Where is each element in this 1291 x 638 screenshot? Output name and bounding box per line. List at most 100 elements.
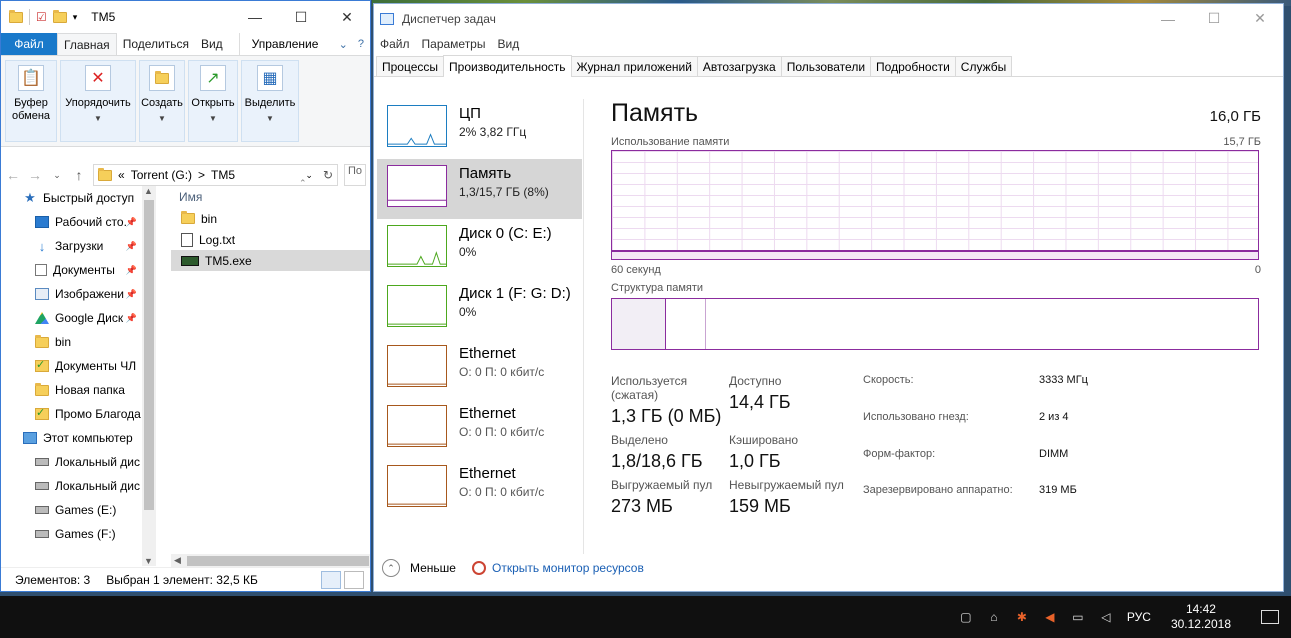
- nav-item[interactable]: Документы 📌: [1, 258, 157, 282]
- help-icon[interactable]: ?: [358, 38, 364, 50]
- nav-item[interactable]: Документы ЧЛ: [1, 354, 157, 378]
- menu-item[interactable]: Файл: [380, 37, 410, 51]
- stat-value: 1,3 ГБ (0 МБ): [611, 406, 722, 426]
- details-view-button[interactable]: [321, 570, 341, 589]
- tab[interactable]: Пользователи: [780, 56, 872, 76]
- menu-item[interactable]: Параметры: [422, 37, 486, 51]
- nav-item[interactable]: Games (E:): [1, 498, 157, 522]
- menu-item[interactable]: Вид: [497, 37, 519, 51]
- file-row[interactable]: Log.txt: [171, 229, 370, 250]
- nav-item[interactable]: Новая папка: [1, 378, 157, 402]
- resource-item[interactable]: Память 1,3/15,7 ГБ (8%): [377, 159, 582, 219]
- pin-icon[interactable]: 📌: [126, 313, 137, 324]
- nav-item[interactable]: Этот компьютер: [1, 426, 157, 450]
- forward-button[interactable]: →: [27, 167, 43, 183]
- column-header-name[interactable]: Имя ⌃: [171, 178, 370, 208]
- nav-item-label: Games (E:): [55, 503, 117, 517]
- tab[interactable]: Производительность: [443, 55, 572, 77]
- tab-view[interactable]: Вид: [195, 33, 229, 55]
- network-icon[interactable]: ▭: [1071, 610, 1085, 624]
- close-button[interactable]: ✕: [1237, 4, 1283, 33]
- resource-item[interactable]: Ethernet О: 0 П: 0 кбит/с: [377, 339, 582, 399]
- folder-icon[interactable]: [9, 9, 23, 23]
- fewer-details-button[interactable]: Меньше: [410, 561, 456, 575]
- fewer-details-icon[interactable]: ⌃: [382, 559, 400, 577]
- scroll-up-icon[interactable]: ▲: [144, 186, 153, 196]
- organize-button[interactable]: ✕ Упорядочить ▼: [60, 60, 136, 142]
- nav-item[interactable]: ★ Быстрый доступ: [1, 186, 157, 210]
- tab[interactable]: Подробности: [870, 56, 956, 76]
- tab[interactable]: Автозагрузка: [696, 56, 782, 76]
- scroll-left-icon[interactable]: ◀: [174, 555, 181, 566]
- scroll-thumb[interactable]: [187, 556, 369, 566]
- resource-item[interactable]: ЦП 2% 3,82 ГГц: [377, 99, 582, 159]
- tab-file[interactable]: Файл: [1, 33, 57, 55]
- navigation-scrollbar[interactable]: ▲ ▼: [142, 186, 156, 566]
- nav-item[interactable]: Google Диск 📌: [1, 306, 157, 330]
- pin-icon[interactable]: 📌: [126, 217, 137, 228]
- volume-icon[interactable]: ◀: [1043, 610, 1057, 624]
- breadcrumb-drive[interactable]: Torrent (G:): [131, 168, 192, 182]
- file-row[interactable]: TM5.exe: [171, 250, 370, 271]
- file-row[interactable]: bin: [171, 208, 370, 229]
- tab[interactable]: Процессы: [376, 56, 445, 76]
- tab-manage[interactable]: Управление: [238, 33, 331, 55]
- app-tray-icon[interactable]: ✱: [1015, 610, 1029, 624]
- tab-home[interactable]: Главная: [57, 33, 117, 55]
- scroll-thumb[interactable]: [144, 200, 154, 510]
- pin-icon[interactable]: 📌: [126, 289, 137, 300]
- breadcrumb-overflow[interactable]: «: [118, 168, 125, 182]
- collapse-ribbon-icon[interactable]: ⌄: [339, 38, 348, 51]
- notifications-icon[interactable]: [1261, 610, 1279, 624]
- open-button[interactable]: ↗ Открыть ▼: [188, 60, 238, 142]
- breadcrumb-folder[interactable]: TM5: [211, 168, 235, 182]
- nav-item[interactable]: Изображени 📌: [1, 282, 157, 306]
- task-manager-tray-icon[interactable]: ▢: [959, 610, 973, 624]
- properties-icon[interactable]: ☑: [36, 10, 47, 24]
- clock[interactable]: 14:42 30.12.2018: [1171, 602, 1231, 632]
- status-bar: Элементов: 3 Выбран 1 элемент: 32,5 КБ: [1, 567, 370, 591]
- refresh-icon[interactable]: ↻: [323, 168, 333, 182]
- maximize-button[interactable]: ☐: [1191, 4, 1237, 33]
- recent-locations-button[interactable]: ⌄: [49, 170, 65, 181]
- nav-item[interactable]: Рабочий сто. 📌: [1, 210, 157, 234]
- resource-item[interactable]: Ethernet О: 0 П: 0 кбит/с: [377, 399, 582, 459]
- nav-item[interactable]: ↓ Загрузки 📌: [1, 234, 157, 258]
- resource-item[interactable]: Диск 0 (C: E:) 0%: [377, 219, 582, 279]
- nav-item[interactable]: Промо Благода: [1, 402, 157, 426]
- up-button[interactable]: ↑: [71, 167, 87, 183]
- minimize-button[interactable]: —: [232, 1, 278, 33]
- folder-check-icon: [35, 406, 49, 420]
- speaker-icon[interactable]: ◁: [1099, 610, 1113, 624]
- back-button[interactable]: ←: [5, 167, 21, 183]
- file-list-hscrollbar[interactable]: ◀: [171, 554, 370, 568]
- maximize-button[interactable]: ☐: [278, 1, 324, 33]
- close-button[interactable]: ✕: [324, 1, 370, 33]
- usb-icon[interactable]: ⌂: [987, 610, 1001, 624]
- scroll-down-icon[interactable]: ▼: [144, 556, 153, 566]
- language-indicator[interactable]: РУС: [1127, 610, 1151, 624]
- resource-monitor-link[interactable]: Открыть монитор ресурсов: [471, 561, 644, 575]
- nav-item[interactable]: Локальный дис: [1, 450, 157, 474]
- drive-icon: [35, 506, 49, 514]
- memory-composition-bar[interactable]: [611, 298, 1259, 350]
- create-button[interactable]: Создать ▼: [139, 60, 185, 142]
- tab[interactable]: Журнал приложений: [570, 56, 698, 76]
- new-folder-icon[interactable]: [52, 9, 67, 23]
- large-icons-view-button[interactable]: [344, 570, 364, 589]
- nav-item[interactable]: Локальный дис: [1, 474, 157, 498]
- clipboard-button[interactable]: 📋 Буфер обмена: [5, 60, 57, 142]
- pin-icon[interactable]: 📌: [126, 265, 137, 276]
- select-button[interactable]: ▦ Выделить ▼: [241, 60, 299, 142]
- customize-toolbar-icon[interactable]: ▾: [73, 12, 78, 23]
- nav-item[interactable]: Games (F:): [1, 522, 157, 546]
- view-buttons: [321, 570, 370, 589]
- pin-icon[interactable]: 📌: [126, 241, 137, 252]
- resource-item[interactable]: Ethernet О: 0 П: 0 кбит/с: [377, 459, 582, 519]
- tab[interactable]: Службы: [954, 56, 1013, 76]
- tab-share[interactable]: Поделиться: [117, 33, 195, 55]
- nav-item[interactable]: bin: [1, 330, 157, 354]
- resource-item[interactable]: Диск 1 (F: G: D:) 0%: [377, 279, 582, 339]
- search-input[interactable]: По: [344, 164, 366, 186]
- minimize-button[interactable]: —: [1145, 4, 1191, 33]
